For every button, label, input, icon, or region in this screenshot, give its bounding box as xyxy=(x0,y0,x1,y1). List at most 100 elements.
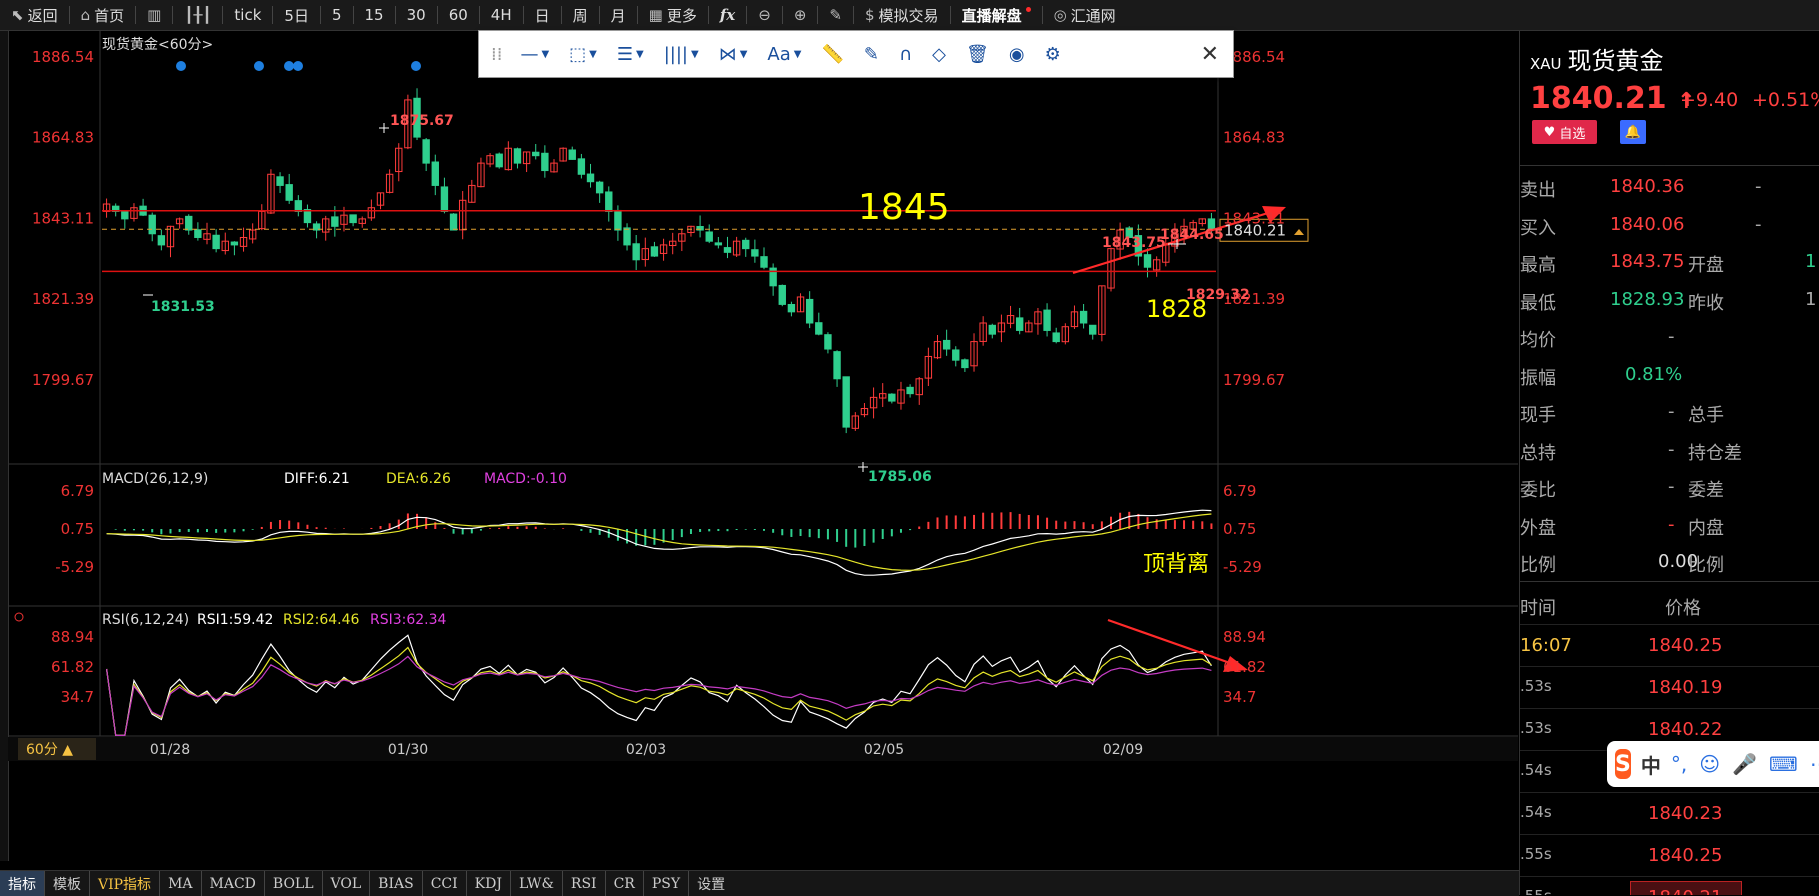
draw-fib-button[interactable]: ☰ ▼ xyxy=(607,31,654,77)
emoji-icon[interactable]: ☺ xyxy=(1699,752,1720,776)
tab-cci[interactable]: CCI xyxy=(421,871,466,896)
topbar-month-button[interactable]: 月 xyxy=(600,0,637,30)
macd-y-tick-right: 6.79 xyxy=(1223,482,1256,500)
tab-template[interactable]: 模板 xyxy=(44,871,89,896)
topbar-h4-button[interactable]: 4H xyxy=(480,0,523,30)
topbar-day-button[interactable]: 日 xyxy=(524,0,561,30)
tab-ma[interactable]: MA xyxy=(159,871,200,896)
draw-ruler-button[interactable]: 📏 xyxy=(811,31,853,77)
ime-toolbar[interactable]: S 中 °, ☺ 🎤 ⌨ ⋯ xyxy=(1607,741,1819,787)
topbar-kline-button[interactable]: ┃╂┃ xyxy=(173,0,222,30)
tick-row: .54s 1840.23 xyxy=(1520,791,1819,835)
topbar-week-button[interactable]: 周 xyxy=(562,0,599,30)
more-icon[interactable]: ⋯ xyxy=(1810,752,1819,776)
draw-delete-button[interactable]: 🗑 xyxy=(956,31,999,77)
add-favorite-button[interactable]: ♥ 自选 xyxy=(1532,120,1597,144)
topbar-m30-button[interactable]: 30 xyxy=(396,0,437,30)
annotation-top-divergence: 顶背离 xyxy=(1143,552,1209,577)
event-dot[interactable] xyxy=(293,61,303,71)
tab-rsi[interactable]: RSI xyxy=(561,871,605,896)
draw-settings-button[interactable]: ⚙ xyxy=(1035,31,1071,77)
topbar-back-button[interactable]: ⬉ 返回 xyxy=(0,0,69,30)
tab-cr[interactable]: CR xyxy=(604,871,643,896)
draw-text-button[interactable]: Aa ▼ xyxy=(757,31,811,77)
tab-boll[interactable]: BOLL xyxy=(263,871,322,896)
topbar-m60-button[interactable]: 60 xyxy=(438,0,479,30)
tab-bias[interactable]: BIAS xyxy=(369,871,422,896)
price-chart[interactable]: 1886.54 1886.541864.83 1864.831843.11 1843.… xyxy=(8,31,1518,861)
topbar-zoomin-button[interactable]: ⊕ xyxy=(783,0,818,30)
topbar-5d-button[interactable]: 5日 xyxy=(273,0,320,30)
tab-psy[interactable]: PSY xyxy=(642,871,688,896)
macd-dea-label: DEA:6.26 xyxy=(386,471,451,487)
home-icon: ⌂ xyxy=(80,6,91,24)
draw-magnet-button[interactable]: ∩ xyxy=(889,31,922,77)
draw-pattern-button[interactable]: ⋈ ▼ xyxy=(709,31,758,77)
topbar-draw-button[interactable]: ✎ xyxy=(818,0,853,30)
left-low-label: 1831.53 xyxy=(151,299,215,315)
rsi-divergence-arrow[interactable] xyxy=(1107,618,1231,665)
candle-body xyxy=(952,349,960,361)
event-dot[interactable] xyxy=(176,61,186,71)
topbar-chart-button[interactable]: ▥ xyxy=(136,0,172,30)
tab-lw[interactable]: LW& xyxy=(509,871,562,896)
draw-bars-button[interactable]: |||| ▼ xyxy=(654,31,709,77)
candle-body xyxy=(961,359,969,369)
event-dot[interactable] xyxy=(411,61,421,71)
topbar-home-button[interactable]: ⌂ 首页 xyxy=(70,0,136,30)
tab-vol[interactable]: VOL xyxy=(321,871,370,896)
rsi-y-tick-right: 61.82 xyxy=(1223,658,1266,676)
rsi-settings-icon[interactable] xyxy=(14,612,24,622)
ime-lang-toggle[interactable]: 中 xyxy=(1641,750,1661,779)
tab-indicator[interactable]: 指标 xyxy=(0,871,44,896)
draw-line-button[interactable]: — ▼ xyxy=(510,31,559,77)
tick-time: .54s xyxy=(1520,760,1552,779)
tick-row: .53s 1840.19 xyxy=(1520,665,1819,709)
zoom-out-icon: ⊖ xyxy=(758,6,771,24)
topbar-zoomout-button[interactable]: ⊖ xyxy=(747,0,782,30)
tab-kdj[interactable]: KDJ xyxy=(465,871,510,896)
quote-avg: - xyxy=(1668,326,1675,347)
candle-body xyxy=(294,200,303,212)
instrument-title: XAU 现货黄金 xyxy=(1530,41,1664,76)
y-tick-label-left: 1886.54 xyxy=(32,48,94,66)
divider xyxy=(1520,165,1819,166)
heart-icon: ♥ xyxy=(1543,124,1556,140)
draw-eraser-button[interactable]: ◇ xyxy=(922,31,956,77)
event-dot[interactable] xyxy=(284,61,294,71)
high-price-label: 1875.67 xyxy=(390,113,454,129)
topbar-sim-button[interactable]: $ 模拟交易 xyxy=(854,0,950,30)
alert-bell-button[interactable]: 🔔 xyxy=(1620,120,1646,144)
topbar-htw-button[interactable]: ◎ 汇通网 xyxy=(1043,0,1127,30)
topbar-tick-button[interactable]: tick xyxy=(223,0,272,30)
quote-bili-label: 比例 xyxy=(1520,555,1556,576)
sogou-logo-icon[interactable]: S xyxy=(1615,749,1631,779)
tab-settings[interactable]: 设置 xyxy=(688,871,733,896)
price-change: +9.40 xyxy=(1680,89,1739,111)
tab-vip-indicator[interactable]: VIP指标 xyxy=(89,871,159,896)
mic-icon[interactable]: 🎤 xyxy=(1732,752,1757,776)
topbar-fx-button[interactable]: fx xyxy=(709,0,746,30)
candle-body xyxy=(422,139,430,164)
candle-body xyxy=(431,161,439,186)
event-dot[interactable] xyxy=(254,61,264,71)
draw-eye-button[interactable]: ◉ xyxy=(999,31,1035,77)
instrument-code: XAU xyxy=(1530,55,1562,73)
keyboard-icon[interactable]: ⌨ xyxy=(1769,752,1798,776)
topbar-h4-label: 4H xyxy=(490,6,512,24)
topbar-m5-button[interactable]: 5 xyxy=(321,0,353,30)
caret-down-icon: ▼ xyxy=(793,48,802,60)
draw-brush-button[interactable]: ✎ xyxy=(854,31,889,77)
topbar-fx-label: fx xyxy=(719,6,736,24)
topbar-m15-button[interactable]: 15 xyxy=(354,0,395,30)
quote-low-label: 最低 xyxy=(1520,292,1556,314)
topbar-more-button[interactable]: ▦ 更多 xyxy=(638,0,708,30)
drag-grip-icon[interactable]: ⁞⁞ xyxy=(479,31,510,77)
candle-body xyxy=(623,227,631,246)
close-icon[interactable]: ✕ xyxy=(1191,31,1233,77)
draw-rect-button[interactable]: ⬚ ▼ xyxy=(559,31,607,77)
top-toolbar: ⬉ 返回 ⌂ 首页 ▥ ┃╂┃ tick 5日 5 15 30 60 4H 日周月 ▦ 更多 fx ⊖ ⊕ ✎ $ 模拟交… xyxy=(0,0,1819,31)
punct-icon[interactable]: °, xyxy=(1671,752,1687,776)
tab-macd[interactable]: MACD xyxy=(200,871,264,896)
topbar-live-button[interactable]: 直播解盘 xyxy=(951,0,1042,30)
